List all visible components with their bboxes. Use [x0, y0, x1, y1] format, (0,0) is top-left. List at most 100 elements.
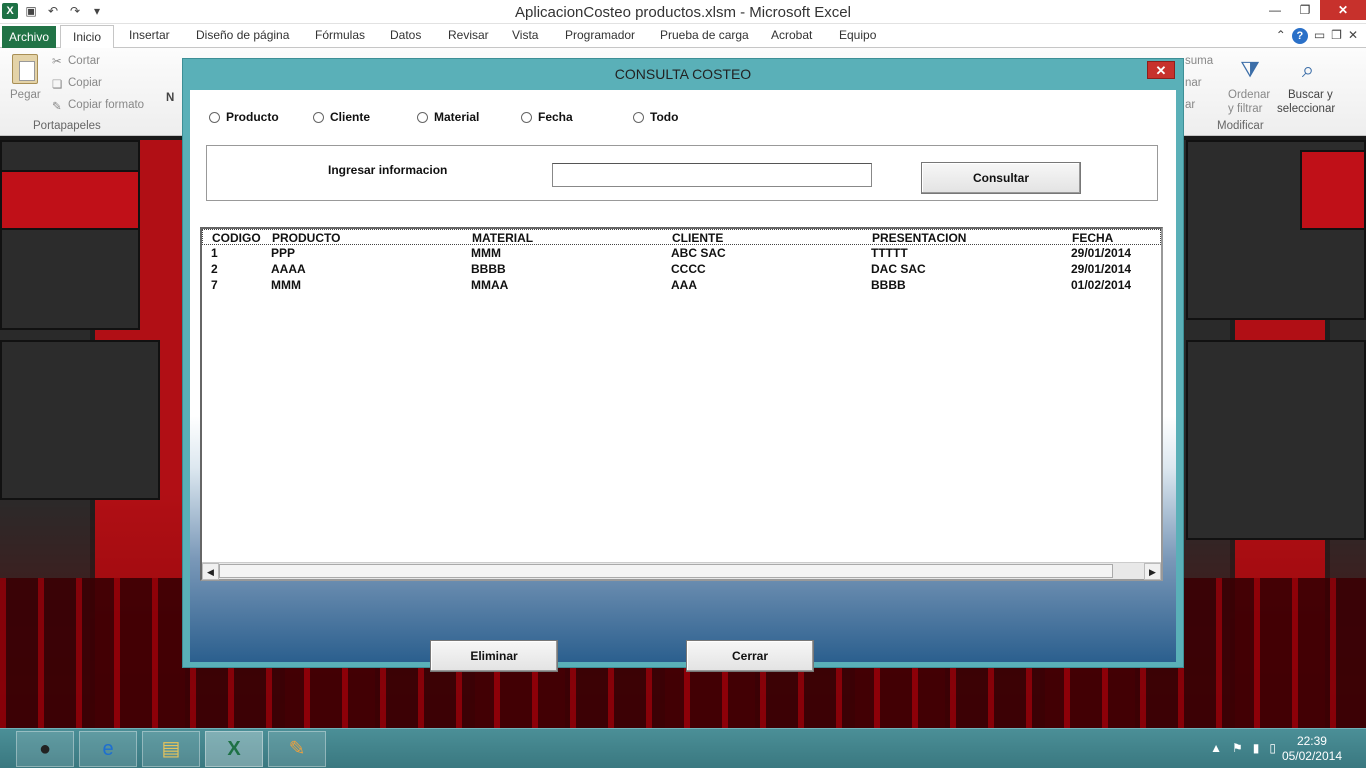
- close-workbook-icon[interactable]: ✕: [1348, 28, 1358, 44]
- sort-filter-label-1[interactable]: Ordenar: [1228, 89, 1270, 101]
- search-input[interactable]: [552, 163, 872, 187]
- excel-icon[interactable]: X: [205, 731, 263, 767]
- battery-icon[interactable]: ▯: [1269, 741, 1276, 755]
- column-header-producto: PRODUCTO: [272, 231, 341, 245]
- tab-inicio[interactable]: Inicio: [60, 25, 115, 49]
- tab-revisar[interactable]: Revisar: [448, 28, 489, 42]
- customize-qat-icon[interactable]: ▾: [88, 2, 106, 20]
- undo-icon[interactable]: ↶: [44, 2, 62, 20]
- find-select-label-1[interactable]: Buscar y: [1288, 89, 1333, 101]
- autosum-button[interactable]: suma: [1185, 55, 1213, 67]
- system-tray: ▲ ⚑ ▮ ▯: [1210, 741, 1276, 755]
- explorer-icon[interactable]: ▤: [142, 731, 200, 767]
- radio-label: Producto: [226, 110, 279, 124]
- paint-icon[interactable]: ✎: [268, 731, 326, 767]
- cell-fecha: 01/02/2014: [1071, 278, 1132, 292]
- action-center-flag-icon[interactable]: ⚑: [1232, 741, 1243, 755]
- restore-workbook-icon[interactable]: ❐: [1331, 28, 1342, 44]
- scroll-right-icon[interactable]: ▶: [1144, 563, 1161, 580]
- cell-material: MMAA: [471, 278, 509, 292]
- paste-icon[interactable]: [12, 54, 38, 84]
- ie-icon[interactable]: e: [79, 731, 137, 767]
- tab-equipo[interactable]: Equipo: [839, 28, 876, 42]
- cut-button[interactable]: Cortar: [68, 55, 100, 67]
- cell-fecha: 29/01/2014: [1071, 262, 1132, 276]
- radio-circle[interactable]: [313, 111, 324, 123]
- sort-filter-label-2[interactable]: y filtrar: [1228, 103, 1263, 115]
- tab-insertar[interactable]: Insertar: [129, 28, 170, 42]
- copy-icon[interactable]: ❏: [52, 77, 62, 91]
- radio-fecha[interactable]: Fecha: [521, 110, 573, 124]
- ribbon-tabs: Archivo Inicio Insertar Diseño de página…: [0, 24, 1366, 49]
- minimize-button[interactable]: —: [1260, 0, 1290, 20]
- cut-icon[interactable]: ✂: [52, 54, 62, 68]
- consulta-costeo-dialog: CONSULTA COSTEO ✕ Producto Cliente Mater…: [182, 58, 1184, 672]
- fill-button[interactable]: nar: [1185, 77, 1202, 89]
- radio-cliente[interactable]: Cliente: [313, 110, 370, 124]
- cell-codigo: 1: [211, 246, 218, 260]
- firefox-icon[interactable]: ●: [16, 731, 74, 767]
- tab-datos[interactable]: Datos: [390, 28, 421, 42]
- clock-date: 05/02/2014: [1281, 749, 1342, 763]
- dialog-body: Producto Cliente Material Fecha Todo Ing…: [190, 90, 1176, 672]
- collapse-ribbon-icon[interactable]: ⌃: [1276, 28, 1286, 44]
- list-header: CODIGO PRODUCTO MATERIAL CLIENTE PRESENT…: [202, 229, 1161, 245]
- radio-circle[interactable]: [209, 111, 220, 123]
- eliminar-button[interactable]: Eliminar: [430, 640, 558, 672]
- cell-fecha: 29/01/2014: [1071, 246, 1132, 260]
- minimize-workbook-icon[interactable]: ▭: [1314, 28, 1325, 44]
- radio-circle[interactable]: [417, 111, 428, 123]
- list-row[interactable]: 2 AAAA BBBB CCCC DAC SAC 29/01/2014: [202, 261, 1161, 277]
- show-hidden-icons-icon[interactable]: ▲: [1210, 741, 1222, 755]
- tab-archivo[interactable]: Archivo: [2, 26, 56, 48]
- bold-button[interactable]: N: [166, 92, 174, 104]
- clock-time: 22:39: [1296, 734, 1327, 748]
- cell-cliente: AAA: [671, 278, 697, 292]
- tab-formulas[interactable]: Fórmulas: [315, 28, 365, 42]
- clear-button[interactable]: ar: [1185, 99, 1195, 111]
- radio-label: Todo: [650, 110, 679, 124]
- help-icon[interactable]: ?: [1291, 28, 1308, 44]
- radio-todo[interactable]: Todo: [633, 110, 678, 124]
- results-listbox[interactable]: CODIGO PRODUCTO MATERIAL CLIENTE PRESENT…: [200, 227, 1163, 581]
- cell-material: MMM: [471, 246, 501, 260]
- scroll-left-icon[interactable]: ◀: [202, 563, 219, 580]
- radio-material[interactable]: Material: [417, 110, 479, 124]
- clock[interactable]: 22:39 05/02/2014: [1282, 734, 1342, 764]
- tab-prueba-carga[interactable]: Prueba de carga: [660, 28, 749, 42]
- restore-button[interactable]: ❐: [1290, 0, 1320, 20]
- window-title: AplicacionCosteo productos.xlsm - Micros…: [515, 4, 851, 21]
- taskbar: ● e ▤ X ✎ ▲ ⚑ ▮ ▯ 22:39 05/02/2014: [0, 728, 1366, 768]
- column-header-cliente: CLIENTE: [672, 231, 724, 245]
- consultar-button[interactable]: Consultar: [921, 162, 1081, 194]
- tab-programador[interactable]: Programador: [565, 28, 635, 42]
- cell-producto: PPP: [271, 246, 296, 260]
- copy-format-button[interactable]: Copiar formato: [68, 99, 144, 111]
- close-window-button[interactable]: ✕: [1320, 0, 1366, 20]
- cell-material: BBBB: [471, 262, 506, 276]
- cell-cliente: CCCC: [671, 262, 706, 276]
- radio-producto[interactable]: Producto: [209, 110, 279, 124]
- scroll-thumb[interactable]: [219, 564, 1113, 578]
- binoculars-icon[interactable]: ⌕: [1292, 54, 1324, 86]
- excel-logo-icon[interactable]: X: [2, 3, 18, 19]
- clipboard-group-label: Portapapeles: [33, 120, 101, 132]
- save-icon[interactable]: ▣: [22, 2, 40, 20]
- dialog-close-button[interactable]: ✕: [1147, 61, 1175, 79]
- paste-button-label[interactable]: Pegar: [10, 89, 41, 101]
- network-signal-icon[interactable]: ▮: [1253, 741, 1260, 755]
- cerrar-button[interactable]: Cerrar: [686, 640, 814, 672]
- tab-diseno-pagina[interactable]: Diseño de página: [196, 28, 289, 42]
- horizontal-scrollbar[interactable]: ◀ ▶: [202, 562, 1161, 580]
- sort-filter-icon[interactable]: ⧩: [1234, 54, 1266, 86]
- format-painter-icon[interactable]: ✎: [52, 99, 62, 113]
- radio-circle[interactable]: [521, 111, 532, 123]
- copy-button[interactable]: Copiar: [68, 77, 102, 89]
- list-row[interactable]: 7 MMM MMAA AAA BBBB 01/02/2014: [202, 277, 1161, 293]
- find-select-label-2[interactable]: seleccionar: [1277, 103, 1335, 115]
- redo-icon[interactable]: ↷: [66, 2, 84, 20]
- tab-vista[interactable]: Vista: [512, 28, 538, 42]
- tab-acrobat[interactable]: Acrobat: [771, 28, 812, 42]
- list-row[interactable]: 1 PPP MMM ABC SAC TTTTT 29/01/2014: [202, 245, 1161, 261]
- radio-circle[interactable]: [633, 111, 644, 123]
